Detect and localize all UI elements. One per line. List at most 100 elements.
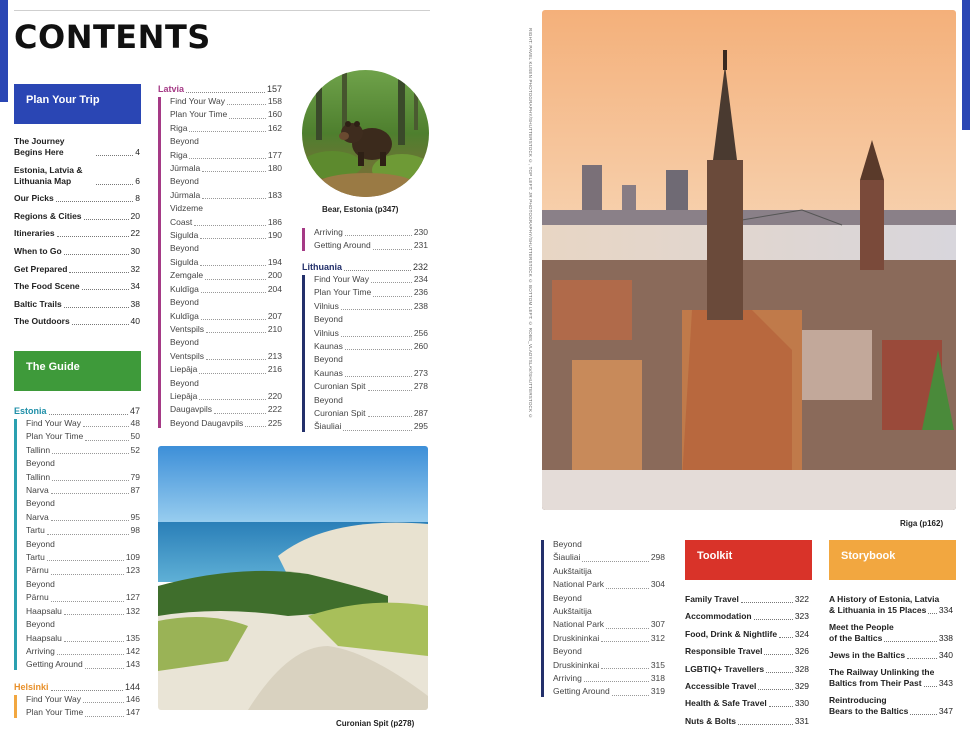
toc-item[interactable]: Kaunas 260 (314, 340, 428, 353)
toc-item[interactable]: Kaunas 273 (314, 367, 428, 380)
toc-item[interactable]: Beyond (170, 377, 282, 390)
toc-item[interactable]: National Park 304 (553, 578, 665, 591)
toc-item[interactable]: Find Your Way 146 (26, 693, 140, 706)
toc-item[interactable]: Beyond (553, 592, 665, 605)
toc-item[interactable]: Druskininkai 312 (553, 632, 665, 645)
toc-item[interactable]: Find Your Way 48 (26, 417, 140, 430)
toc-item[interactable]: Nuts & Bolts 331 (685, 716, 809, 727)
section-heading[interactable]: Helsinki 144 (14, 681, 140, 693)
toc-item[interactable]: Kuldīga 204 (170, 283, 282, 296)
section-heading[interactable]: Estonia 47 (14, 405, 140, 417)
toc-item[interactable]: Jews in the Baltics 340 (829, 650, 953, 661)
toc-item[interactable]: Beyond (26, 538, 140, 551)
toc-item[interactable]: Tallinn 52 (26, 444, 140, 457)
toc-item[interactable]: Family Travel 322 (685, 594, 809, 605)
toc-item[interactable]: Curonian Spit 278 (314, 380, 428, 393)
section-heading[interactable]: Latvia 157 (158, 83, 282, 95)
toc-item[interactable]: Jūrmala 180 (170, 162, 282, 175)
toc-item[interactable]: Aukštaitija (553, 565, 665, 578)
toc-item[interactable]: Beyond (314, 353, 428, 366)
toc-item[interactable]: Arriving 230 (314, 226, 428, 239)
toc-item-label-line1: The Railway Unlinking the (829, 667, 935, 677)
toc-item[interactable]: Find Your Way 234 (314, 273, 428, 286)
toc-item[interactable]: Ventspils 210 (170, 323, 282, 336)
toc-item[interactable]: Beyond (26, 618, 140, 631)
toc-item[interactable]: Haapsalu 132 (26, 605, 140, 618)
toc-item[interactable]: Curonian Spit 287 (314, 407, 428, 420)
toc-item[interactable]: Sigulda 194 (170, 256, 282, 269)
toc-item[interactable]: Beyond (170, 242, 282, 255)
toc-item[interactable]: Beyond Daugavpils 225 (170, 417, 282, 430)
toc-item[interactable]: Tartu 109 (26, 551, 140, 564)
toc-item[interactable]: LGBTIQ+ Travellers 328 (685, 664, 809, 675)
toc-item[interactable]: Getting Around 231 (314, 239, 428, 252)
toc-item[interactable]: Vidzeme (170, 202, 282, 215)
toc-item[interactable]: Plan Your Time 50 (26, 430, 140, 443)
toc-item[interactable]: Šiauliai 295 (314, 420, 428, 433)
toc-item[interactable]: Accessible Travel 329 (685, 681, 809, 692)
toc-item[interactable]: The Outdoors 40 (14, 316, 140, 327)
toc-item[interactable]: Zemgale 200 (170, 269, 282, 282)
toc-item[interactable]: Accommodation 323 (685, 611, 809, 622)
toc-item[interactable]: Get Prepared 32 (14, 264, 140, 275)
toc-item[interactable]: The Journey Begins Here 4 (14, 136, 140, 158)
toc-item[interactable]: Haapsalu 135 (26, 632, 140, 645)
toc-item[interactable]: Getting Around 143 (26, 658, 140, 671)
toc-item[interactable]: Plan Your Time 160 (170, 108, 282, 121)
toc-item[interactable]: Beyond (26, 497, 140, 510)
toc-item[interactable]: Liepāja 216 (170, 363, 282, 376)
toc-item[interactable]: Plan Your Time 147 (26, 706, 140, 719)
toc-item[interactable]: Tallinn 79 (26, 471, 140, 484)
toc-item[interactable]: Beyond (314, 313, 428, 326)
toc-item[interactable]: Aukštaitija (553, 605, 665, 618)
toc-item[interactable]: The Railway Unlinking the Baltics from Th… (829, 667, 953, 689)
toc-item[interactable]: Meet the People of the Baltics 338 (829, 622, 953, 644)
toc-item[interactable]: Beyond (170, 336, 282, 349)
toc-item[interactable]: Šiauliai 298 (553, 551, 665, 564)
toc-item[interactable]: Responsible Travel 326 (685, 646, 809, 657)
toc-item[interactable]: Estonia, Latvia & Lithuania Map 6 (14, 165, 140, 187)
toc-item[interactable]: Beyond (26, 457, 140, 470)
toc-item[interactable]: National Park 307 (553, 618, 665, 631)
toc-item[interactable]: Vilnius 256 (314, 327, 428, 340)
toc-item[interactable]: Itineraries 22 (14, 228, 140, 239)
toc-item[interactable]: Beyond (170, 175, 282, 188)
section-heading[interactable]: Lithuania 232 (302, 261, 428, 273)
toc-item[interactable]: Beyond (170, 296, 282, 309)
toc-item[interactable]: Baltic Trails 38 (14, 299, 140, 310)
toc-item[interactable]: A History of Estonia, Latvia & Lithuania … (829, 594, 953, 616)
toc-item[interactable]: The Food Scene 34 (14, 281, 140, 292)
toc-item[interactable]: Beyond (553, 538, 665, 551)
toc-item[interactable]: Beyond (170, 135, 282, 148)
toc-item[interactable]: Ventspils 213 (170, 350, 282, 363)
toc-item[interactable]: Health & Safe Travel 330 (685, 698, 809, 709)
toc-item[interactable]: Riga 177 (170, 149, 282, 162)
toc-item[interactable]: Vilnius 238 (314, 300, 428, 313)
toc-item[interactable]: Regions & Cities 20 (14, 211, 140, 222)
toc-item[interactable]: Sigulda 190 (170, 229, 282, 242)
toc-item[interactable]: Liepāja 220 (170, 390, 282, 403)
toc-item[interactable]: Coast 186 (170, 216, 282, 229)
toc-item[interactable]: Beyond (314, 394, 428, 407)
toc-item[interactable]: Narva 87 (26, 484, 140, 497)
toc-item[interactable]: Jūrmala 183 (170, 189, 282, 202)
toc-item[interactable]: Riga 162 (170, 122, 282, 135)
toc-item[interactable]: Narva 95 (26, 511, 140, 524)
toc-item[interactable]: Tartu 98 (26, 524, 140, 537)
toc-item[interactable]: Arriving 318 (553, 672, 665, 685)
toc-item[interactable]: Reintroducing Bears to the Baltics 347 (829, 695, 953, 717)
toc-item[interactable]: Our Picks 8 (14, 193, 140, 204)
toc-item[interactable]: Beyond (553, 645, 665, 658)
toc-item[interactable]: Beyond (26, 578, 140, 591)
toc-item[interactable]: Plan Your Time 236 (314, 286, 428, 299)
toc-item[interactable]: Kuldīga 207 (170, 310, 282, 323)
toc-item[interactable]: Arriving 142 (26, 645, 140, 658)
toc-item[interactable]: When to Go 30 (14, 246, 140, 257)
toc-item[interactable]: Pärnu 123 (26, 564, 140, 577)
toc-item[interactable]: Find Your Way 158 (170, 95, 282, 108)
toc-item[interactable]: Daugavpils 222 (170, 403, 282, 416)
toc-item[interactable]: Druskininkai 315 (553, 659, 665, 672)
toc-item[interactable]: Getting Around 319 (553, 685, 665, 698)
toc-item[interactable]: Pärnu 127 (26, 591, 140, 604)
toc-item[interactable]: Food, Drink & Nightlife 324 (685, 629, 809, 640)
